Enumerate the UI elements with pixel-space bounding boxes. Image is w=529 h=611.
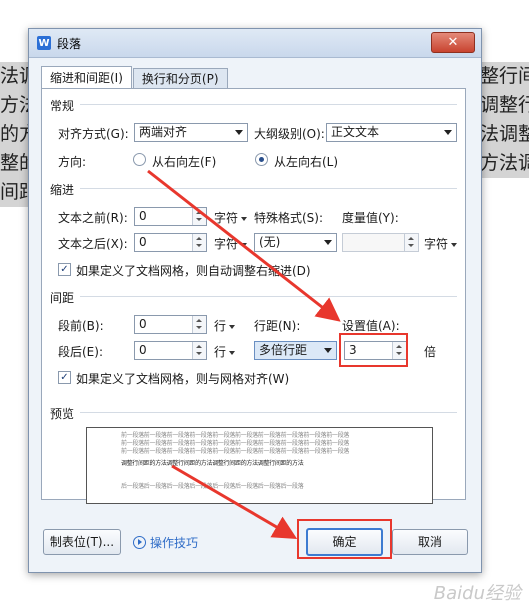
- arrow-to-ok: [171, 464, 298, 540]
- annotation-arrows: [147, 169, 341, 540]
- watermark: Baidu经验: [433, 583, 521, 604]
- arrow-to-setting: [147, 169, 341, 322]
